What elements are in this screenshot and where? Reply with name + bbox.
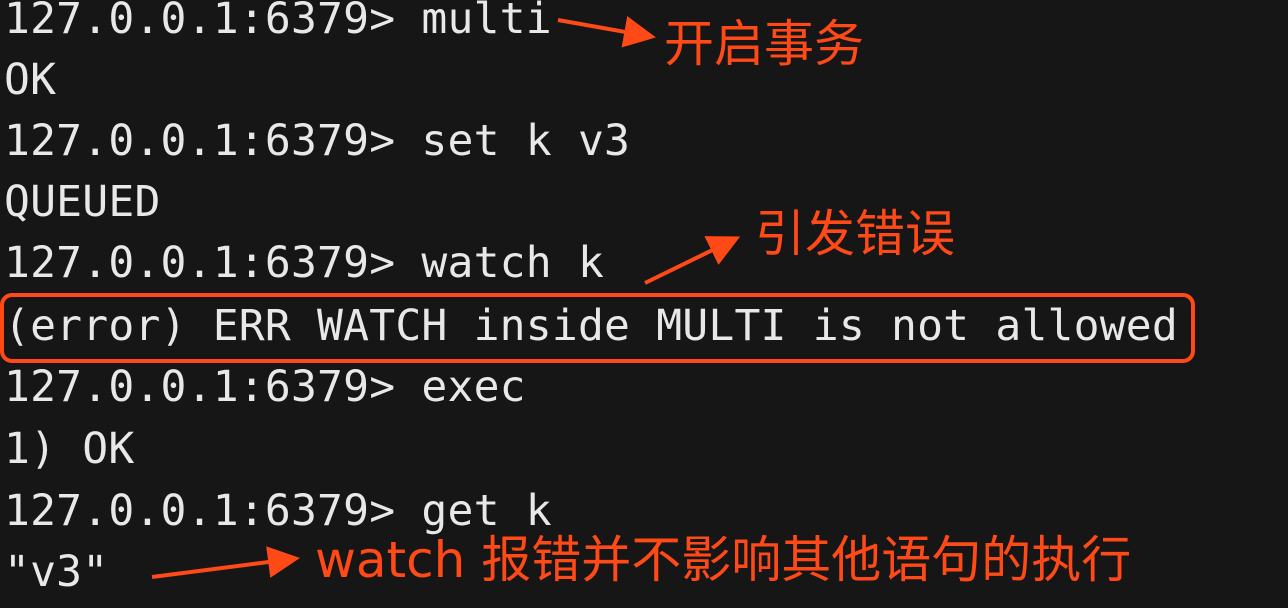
arrow-start-transaction xyxy=(557,16,656,48)
terminal-window: 127.0.0.1:6379> multi OK 127.0.0.1:6379>… xyxy=(0,0,1288,608)
arrow-note xyxy=(151,546,300,579)
annotation-start-transaction: 开启事务 xyxy=(664,15,864,73)
annotation-cause-error: 引发错误 xyxy=(755,205,955,263)
annotation-arrows xyxy=(151,16,741,579)
arrow-cause-error xyxy=(644,236,741,285)
annotation-note: watch 报错并不影响其他语句的执行 xyxy=(315,531,1132,589)
